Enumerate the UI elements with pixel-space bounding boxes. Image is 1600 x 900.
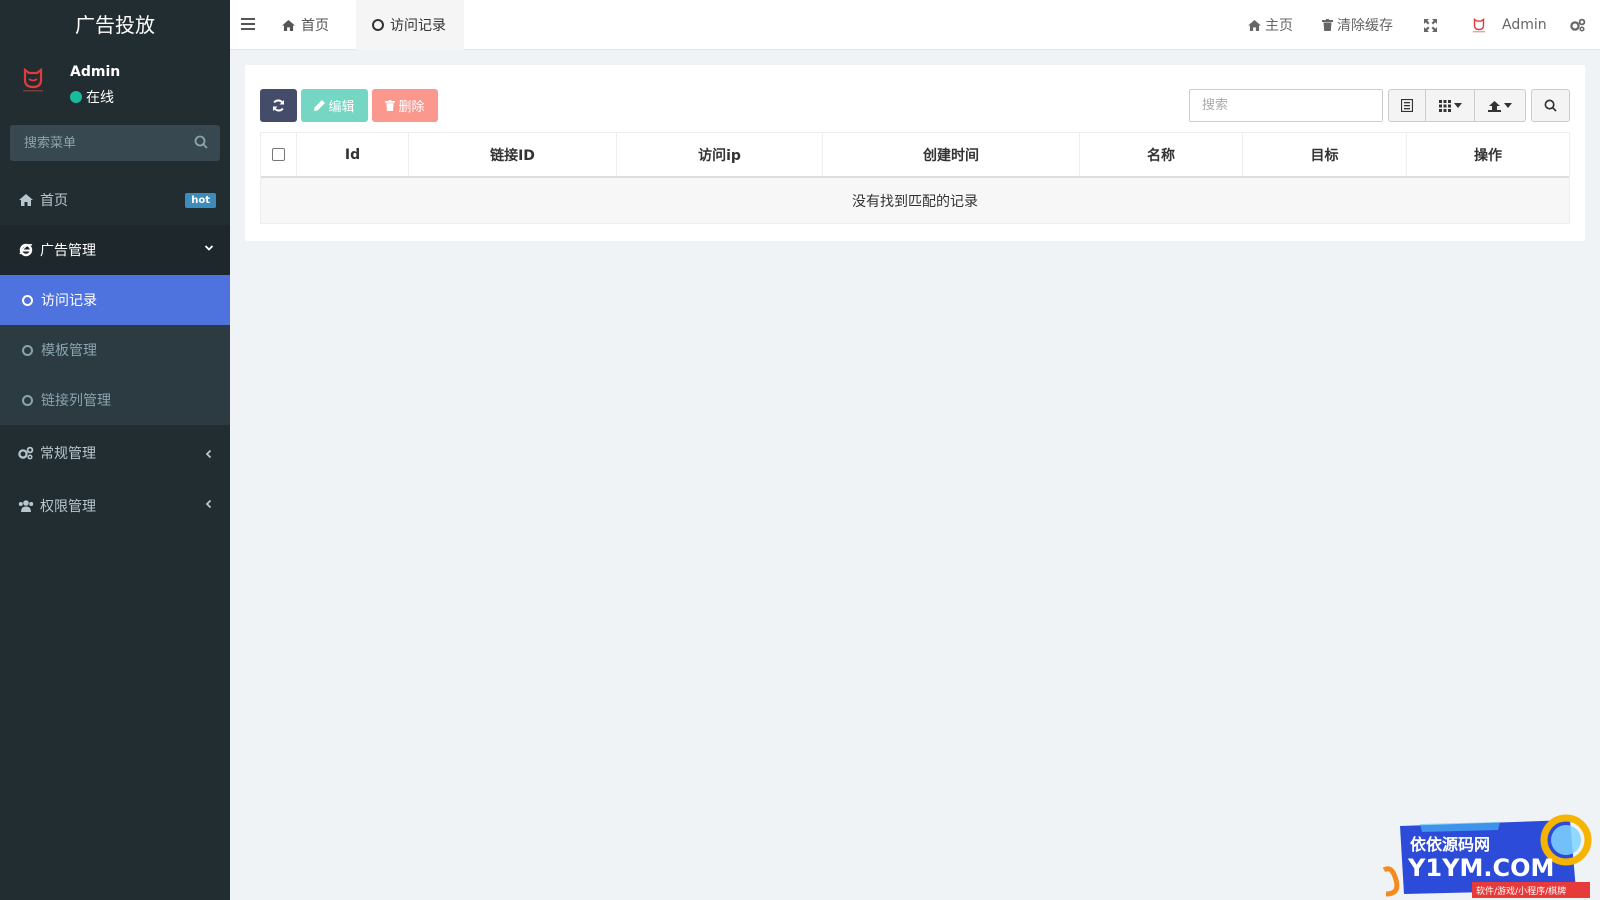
- hot-badge: hot: [185, 193, 216, 208]
- watermark-line1: 依依源码网: [1410, 835, 1490, 854]
- select-all-cell: [261, 133, 297, 176]
- tab-label: 访问记录: [390, 18, 446, 34]
- select-all-checkbox[interactable]: [272, 148, 285, 161]
- circle-icon: [22, 294, 33, 306]
- sidebar-submenu-ads: 访问记录 模板管理 链接列管理: [0, 275, 230, 425]
- column-header[interactable]: 名称: [1080, 133, 1243, 176]
- ie-icon: [18, 242, 34, 258]
- circle-icon: [22, 394, 33, 406]
- edit-button[interactable]: 编辑: [301, 89, 368, 122]
- sidebar-item-home[interactable]: 首页 hot: [0, 175, 230, 225]
- caret-down-icon: [1453, 103, 1462, 108]
- brand-title[interactable]: 广告投放: [0, 0, 230, 50]
- sidebar-item-templates[interactable]: 模板管理: [0, 325, 230, 375]
- sidebar-item-label: 广告管理: [40, 243, 96, 259]
- refresh-button[interactable]: [260, 89, 297, 122]
- column-header[interactable]: Id: [297, 133, 409, 176]
- records-table: Id 链接ID 访问ip 创建时间 名称 目标 操作 没有找到匹配的记录: [260, 132, 1570, 224]
- home-link-label: 主页: [1265, 18, 1293, 34]
- tab-label: 首页: [301, 18, 329, 34]
- tab-home[interactable]: 首页: [266, 0, 345, 50]
- fullscreen-icon: [1424, 18, 1437, 32]
- search-toggle-button[interactable]: [1531, 89, 1570, 122]
- clear-cache-button[interactable]: 清除缓存: [1322, 0, 1393, 50]
- list-icon: [1401, 99, 1413, 112]
- refresh-icon: [273, 99, 284, 112]
- sidebar-nav: 首页 hot 广告管理 访问记录 模板管理 链接列管理 常规管理 权限管理: [0, 175, 230, 531]
- sidebar-item-label: 权限管理: [40, 499, 96, 515]
- column-header[interactable]: 创建时间: [823, 133, 1080, 176]
- sidebar-item-link-columns[interactable]: 链接列管理: [0, 375, 230, 425]
- chevron-left-icon: [205, 449, 212, 459]
- hamburger-icon[interactable]: [241, 17, 255, 31]
- home-icon: [18, 192, 34, 208]
- table-header: Id 链接ID 访问ip 创建时间 名称 目标 操作: [261, 133, 1569, 178]
- cogs-icon: [1570, 18, 1586, 32]
- sidebar-item-label: 访问记录: [41, 293, 97, 309]
- chevron-left-icon: [205, 499, 212, 509]
- caret-down-icon: [1504, 103, 1512, 108]
- column-header[interactable]: 链接ID: [409, 133, 617, 176]
- delete-button[interactable]: 删除: [372, 89, 438, 122]
- home-link[interactable]: 主页: [1248, 0, 1293, 50]
- user-name: Admin: [70, 64, 121, 80]
- sidebar-item-label: 链接列管理: [41, 393, 111, 409]
- home-icon: [282, 19, 295, 31]
- export-dropdown-button[interactable]: [1474, 89, 1526, 122]
- trash-icon: [1322, 19, 1333, 31]
- grid-icon: [1438, 99, 1451, 112]
- top-header: 首页 访问记录 主页 清除缓存 Admin: [230, 0, 1600, 50]
- edit-label: 编辑: [328, 100, 355, 115]
- circle-icon: [22, 344, 33, 356]
- search-icon[interactable]: [194, 135, 208, 149]
- settings-button[interactable]: [1570, 0, 1586, 50]
- table-search: [1189, 89, 1383, 122]
- fullscreen-button[interactable]: [1424, 0, 1437, 50]
- user-status-label: 在线: [86, 90, 114, 106]
- chevron-down-icon: [204, 245, 214, 251]
- user-menu[interactable]: Admin: [1470, 0, 1547, 50]
- sidebar-item-general[interactable]: 常规管理: [0, 425, 230, 481]
- toggle-view-button[interactable]: [1388, 89, 1426, 122]
- watermark-logo: 依依源码网 Y1YM.COM 软件/游戏/小程序/棋牌: [1380, 810, 1600, 900]
- avatar: [17, 62, 49, 94]
- cogs-icon: [18, 445, 34, 461]
- trash-icon: [385, 100, 396, 111]
- column-header: 操作: [1474, 147, 1502, 164]
- home-icon: [1248, 19, 1261, 31]
- sidebar-item-visit-records[interactable]: 访问记录: [0, 275, 230, 325]
- content-panel: 编辑 删除 Id 链接ID 访问ip 创建时间 名称 目标 操作: [245, 65, 1585, 241]
- search-icon: [1544, 99, 1557, 112]
- user-status: 在线: [70, 87, 114, 107]
- menu-search: [10, 125, 220, 161]
- sidebar: 广告投放 Admin 在线 首页 hot: [0, 0, 230, 900]
- empty-message: 没有找到匹配的记录: [261, 178, 1569, 223]
- columns-dropdown-button[interactable]: [1425, 89, 1475, 122]
- table-search-input[interactable]: [1190, 90, 1382, 121]
- menu-search-input[interactable]: [10, 125, 220, 161]
- sidebar-item-label: 首页: [40, 193, 68, 209]
- online-dot-icon: [70, 91, 82, 103]
- sidebar-item-label: 模板管理: [41, 343, 97, 359]
- column-header[interactable]: 访问ip: [617, 133, 823, 176]
- sidebar-item-label: 常规管理: [40, 446, 96, 462]
- watermark-line3: 软件/游戏/小程序/棋牌: [1476, 885, 1566, 897]
- clear-cache-label: 清除缓存: [1337, 18, 1393, 34]
- user-panel: Admin 在线: [0, 50, 230, 116]
- circle-icon: [372, 19, 384, 31]
- sidebar-item-ads[interactable]: 广告管理: [0, 225, 230, 275]
- watermark-line2: Y1YM.COM: [1407, 854, 1554, 882]
- export-icon: [1488, 100, 1501, 112]
- sidebar-item-permission[interactable]: 权限管理: [0, 481, 230, 531]
- avatar: [1472, 17, 1486, 33]
- column-header[interactable]: 目标: [1243, 133, 1407, 176]
- pencil-icon: [314, 100, 326, 111]
- users-icon: [18, 498, 34, 514]
- header-user-name: Admin: [1502, 17, 1547, 33]
- delete-label: 删除: [398, 100, 425, 115]
- tab-visit-records[interactable]: 访问记录: [356, 0, 464, 50]
